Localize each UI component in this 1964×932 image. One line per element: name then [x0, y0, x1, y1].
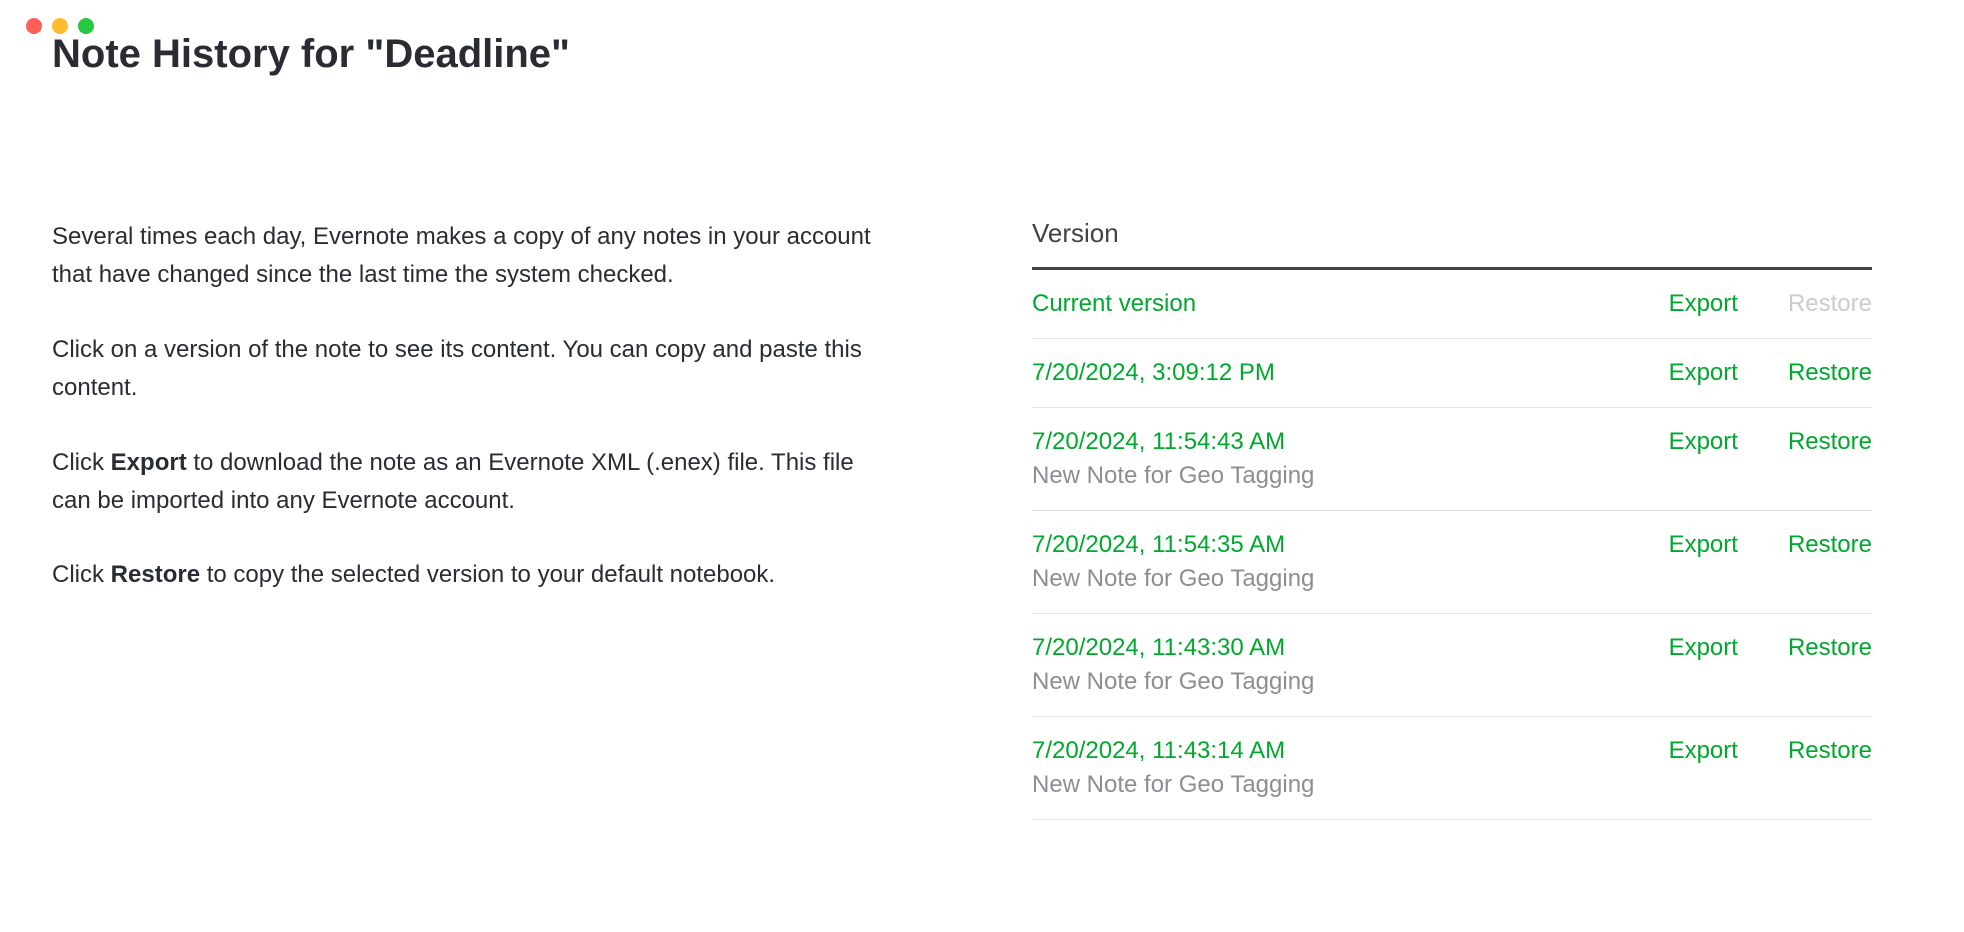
version-link[interactable]: 7/20/2024, 11:43:14 AM — [1032, 737, 1619, 765]
export-button[interactable]: Export — [1669, 428, 1738, 456]
info-bold-restore: Restore — [111, 561, 200, 588]
version-link[interactable]: 7/20/2024, 3:09:12 PM — [1032, 359, 1619, 387]
version-subtitle: New Note for Geo Tagging — [1032, 668, 1619, 696]
restore-button[interactable]: Restore — [1788, 359, 1872, 387]
version-row: 7/20/2024, 11:43:14 AM New Note for Geo T… — [1032, 717, 1872, 820]
version-label-cell: 7/20/2024, 11:54:43 AM New Note for Geo T… — [1032, 428, 1619, 490]
info-panel: Several times each day, Evernote makes a… — [52, 218, 932, 820]
version-row: Current version Export Restore — [1032, 270, 1872, 339]
info-paragraph-1: Several times each day, Evernote makes a… — [52, 218, 892, 295]
export-button[interactable]: Export — [1669, 737, 1738, 765]
info-paragraph-2: Click on a version of the note to see it… — [52, 331, 892, 408]
version-row: 7/20/2024, 11:54:43 AM New Note for Geo T… — [1032, 408, 1872, 511]
version-label-cell: 7/20/2024, 3:09:12 PM — [1032, 359, 1619, 387]
version-link[interactable]: 7/20/2024, 11:54:43 AM — [1032, 428, 1619, 456]
version-label-cell: Current version — [1032, 290, 1619, 318]
info-text: Click — [52, 561, 111, 588]
export-button[interactable]: Export — [1669, 634, 1738, 662]
info-text: Click — [52, 449, 111, 476]
version-subtitle: New Note for Geo Tagging — [1032, 771, 1619, 799]
window-minimize-button[interactable] — [52, 18, 68, 34]
version-label-cell: 7/20/2024, 11:54:35 AM New Note for Geo T… — [1032, 531, 1619, 593]
version-subtitle: New Note for Geo Tagging — [1032, 565, 1619, 593]
page-title: Note History for "Deadline" — [52, 30, 1912, 78]
info-paragraph-3: Click Export to download the note as an … — [52, 444, 892, 521]
restore-button[interactable]: Restore — [1788, 634, 1872, 662]
window-controls — [0, 0, 94, 34]
version-label-cell: 7/20/2024, 11:43:14 AM New Note for Geo T… — [1032, 737, 1619, 799]
export-button[interactable]: Export — [1669, 359, 1738, 387]
version-row: 7/20/2024, 3:09:12 PM Export Restore — [1032, 339, 1872, 408]
info-bold-export: Export — [111, 449, 187, 476]
version-column-header: Version — [1032, 218, 1872, 249]
export-button[interactable]: Export — [1669, 290, 1738, 318]
version-panel: Version Current versionExportRestore7/20… — [1032, 218, 1912, 820]
restore-button: Restore — [1788, 290, 1872, 318]
version-label-cell: 7/20/2024, 11:43:30 AM New Note for Geo T… — [1032, 634, 1619, 696]
version-row: 7/20/2024, 11:43:30 AM New Note for Geo T… — [1032, 614, 1872, 717]
window-close-button[interactable] — [26, 18, 42, 34]
restore-button[interactable]: Restore — [1788, 428, 1872, 456]
info-paragraph-4: Click Restore to copy the selected versi… — [52, 556, 892, 594]
version-link[interactable]: Current version — [1032, 290, 1619, 318]
version-row: 7/20/2024, 11:54:35 AM New Note for Geo T… — [1032, 511, 1872, 614]
version-link[interactable]: 7/20/2024, 11:43:30 AM — [1032, 634, 1619, 662]
info-text: to copy the selected version to your def… — [200, 561, 775, 588]
restore-button[interactable]: Restore — [1788, 531, 1872, 559]
version-table: Current versionExportRestore7/20/2024, 3… — [1032, 267, 1872, 820]
window-maximize-button[interactable] — [78, 18, 94, 34]
export-button[interactable]: Export — [1669, 531, 1738, 559]
restore-button[interactable]: Restore — [1788, 737, 1872, 765]
version-link[interactable]: 7/20/2024, 11:54:35 AM — [1032, 531, 1619, 559]
version-subtitle: New Note for Geo Tagging — [1032, 462, 1619, 490]
